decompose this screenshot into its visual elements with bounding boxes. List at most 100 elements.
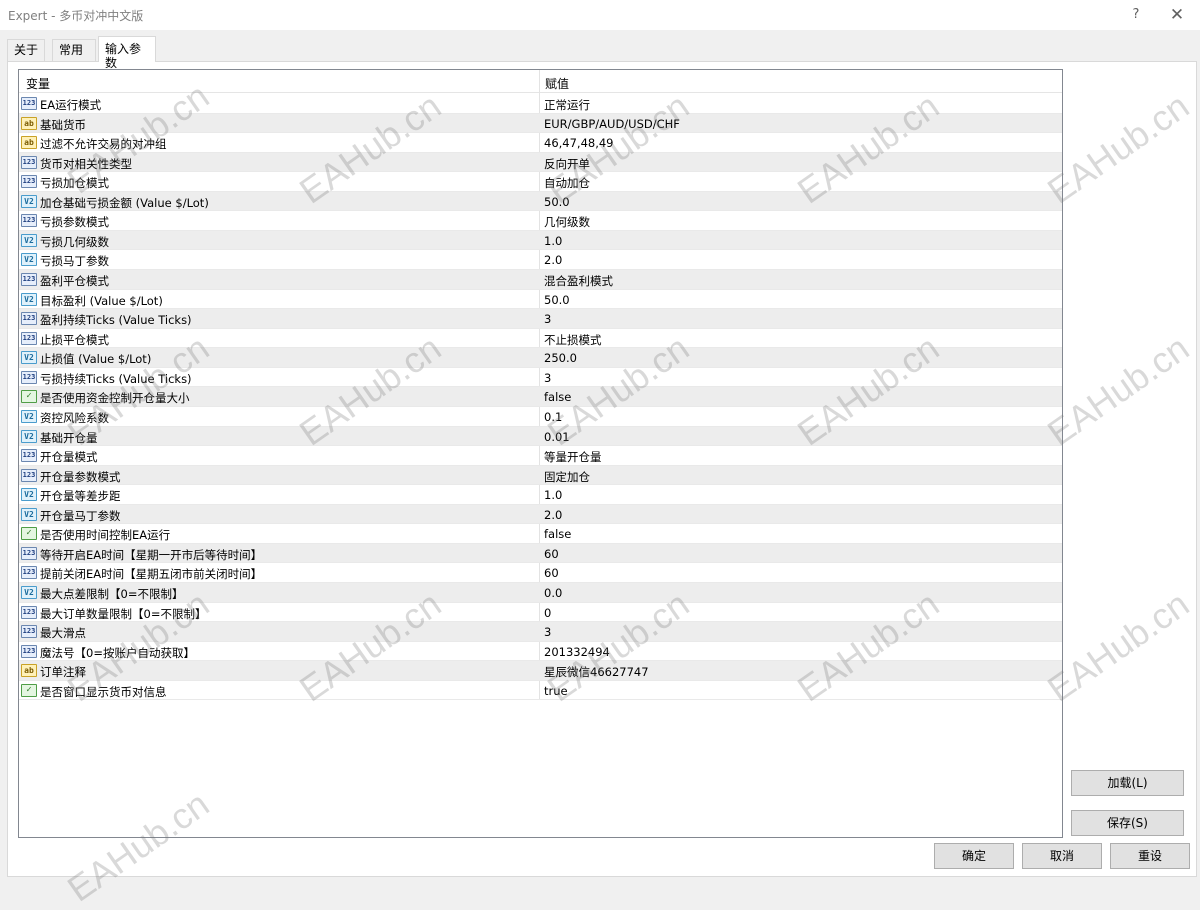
double-type-icon: V2 [21, 409, 37, 423]
parameter-value[interactable]: false [544, 390, 571, 404]
parameter-value[interactable]: 3 [544, 371, 551, 385]
window-title: Expert - 多币对冲中文版 [8, 9, 144, 23]
parameter-name: 最大点差限制【0=不限制】 [40, 587, 184, 601]
table-row[interactable]: ✓ 是否窗口显示货币对信息 true [19, 681, 1062, 701]
double-type-icon: V2 [21, 194, 37, 208]
parameter-value[interactable]: true [544, 684, 568, 698]
string-type-icon: ab [21, 664, 37, 678]
integer-type-icon: 123 [21, 331, 37, 345]
parameter-table[interactable]: 变量 赋值 123 EA运行模式 正常运行 ab 基础货币 EUR/GBP/AUD/USD… [18, 69, 1063, 838]
table-row[interactable]: 123 魔法号【0=按账户自动获取】 201332494 [19, 642, 1062, 662]
parameter-value[interactable]: 自动加仓 [544, 175, 590, 191]
table-row[interactable]: ✓ 是否使用资金控制开仓量大小 false [19, 387, 1062, 407]
parameter-name: 开仓量马丁参数 [40, 508, 121, 523]
integer-type-icon: 123 [21, 605, 37, 619]
parameter-value[interactable]: 等量开仓量 [544, 449, 602, 465]
cancel-button[interactable]: 取消 [1022, 843, 1102, 869]
parameter-value[interactable]: 250.0 [544, 351, 577, 365]
save-button[interactable]: 保存(S) [1071, 810, 1184, 836]
tab-common[interactable]: 常用 [52, 39, 96, 61]
table-row[interactable]: 123 最大订单数量限制【0=不限制】 0 [19, 603, 1062, 623]
table-row[interactable]: 123 最大滑点 3 [19, 622, 1062, 642]
column-header-value[interactable]: 赋值 [545, 75, 569, 92]
parameter-name: 最大滑点 [40, 626, 86, 641]
reset-button[interactable]: 重设 [1110, 843, 1190, 869]
table-row[interactable]: ab 基础货币 EUR/GBP/AUD/USD/CHF [19, 113, 1062, 134]
bool-type-icon: ✓ [21, 390, 37, 404]
parameter-name: 基础货币 [40, 117, 86, 132]
table-row[interactable]: 123 亏损参数模式 几何级数 [19, 211, 1062, 231]
close-icon[interactable]: ✕ [1166, 4, 1188, 26]
table-row[interactable]: V2 加仓基础亏损金额 (Value $/Lot) 50.0 [19, 191, 1062, 212]
integer-type-icon: 123 [21, 468, 37, 482]
parameter-name: 止损平仓模式 [40, 332, 109, 347]
double-type-icon: V2 [21, 253, 37, 267]
table-row[interactable]: 123 提前关闭EA时间【星期五闭市前关闭时间】 60 [19, 563, 1062, 583]
parameter-value[interactable]: 星辰微信46627747 [544, 664, 649, 680]
parameter-value[interactable]: 3 [544, 312, 551, 326]
table-row[interactable]: 123 盈利平仓模式 混合盈利模式 [19, 270, 1062, 290]
parameter-name: 魔法号【0=按账户自动获取】 [40, 645, 195, 660]
tab-about[interactable]: 关于 [7, 39, 45, 61]
table-row[interactable]: V2 亏损马丁参数 2.0 [19, 250, 1062, 271]
table-row[interactable]: V2 最大点差限制【0=不限制】 0.0 [19, 583, 1062, 603]
parameter-name: 是否使用资金控制开仓量大小 [40, 391, 190, 406]
parameter-value[interactable]: 50.0 [544, 195, 570, 209]
table-row[interactable]: 123 开仓量参数模式 固定加仓 [19, 465, 1062, 486]
table-row[interactable]: V2 基础开仓量 0.01 [19, 426, 1062, 447]
table-row[interactable]: V2 开仓量马丁参数 2.0 [19, 504, 1062, 525]
bool-type-icon: ✓ [21, 683, 37, 697]
double-type-icon: V2 [21, 488, 37, 502]
load-button[interactable]: 加载(L) [1071, 770, 1184, 796]
parameter-value[interactable]: 3 [544, 625, 551, 639]
table-row[interactable]: ab 过滤不允许交易的对冲组 46,47,48,49 [19, 133, 1062, 153]
parameter-value[interactable]: 正常运行 [544, 97, 590, 113]
parameter-value[interactable]: EUR/GBP/AUD/USD/CHF [544, 117, 680, 131]
parameter-value[interactable]: 0.1 [544, 410, 562, 424]
parameter-value[interactable]: 0 [544, 606, 551, 620]
parameter-value[interactable]: 50.0 [544, 293, 570, 307]
parameter-value[interactable]: 混合盈利模式 [544, 273, 613, 289]
table-row[interactable]: V2 资控风险系数 0.1 [19, 407, 1062, 427]
parameter-value[interactable]: 60 [544, 547, 559, 561]
table-row[interactable]: 123 止损平仓模式 不止损模式 [19, 329, 1062, 349]
parameter-value[interactable]: 46,47,48,49 [544, 136, 614, 150]
parameter-value[interactable]: 不止损模式 [544, 332, 602, 348]
table-row[interactable]: 123 亏损加仓模式 自动加仓 [19, 172, 1062, 192]
parameter-name: 是否窗口显示货币对信息 [40, 684, 167, 699]
help-icon[interactable]: ? [1125, 4, 1147, 26]
parameter-value[interactable]: 固定加仓 [544, 469, 590, 485]
table-row[interactable]: ✓ 是否使用时间控制EA运行 false [19, 524, 1062, 544]
parameter-value[interactable]: false [544, 527, 571, 541]
parameter-value[interactable]: 0.01 [544, 430, 570, 444]
parameter-value[interactable]: 1.0 [544, 488, 562, 502]
parameter-value[interactable]: 0.0 [544, 586, 562, 600]
table-row[interactable]: V2 目标盈利 (Value $/Lot) 50.0 [19, 290, 1062, 310]
parameter-value[interactable]: 201332494 [544, 645, 610, 659]
parameter-value[interactable]: 几何级数 [544, 214, 590, 230]
integer-type-icon: 123 [21, 97, 37, 110]
table-row[interactable]: 123 亏损持续Ticks (Value Ticks) 3 [19, 368, 1062, 388]
parameter-name: 基础开仓量 [40, 430, 98, 445]
table-row[interactable]: 123 等待开启EA时间【星期一开市后等待时间】 60 [19, 543, 1062, 564]
table-row[interactable]: V2 亏损几何级数 1.0 [19, 230, 1062, 251]
parameter-name: 货币对相关性类型 [40, 156, 132, 171]
integer-type-icon: 123 [21, 546, 37, 560]
parameter-value[interactable]: 2.0 [544, 508, 562, 522]
table-row[interactable]: 123 开仓量模式 等量开仓量 [19, 446, 1062, 466]
table-row[interactable]: ab 订单注释 星辰微信46627747 [19, 661, 1062, 681]
table-row[interactable]: 123 货币对相关性类型 反向开单 [19, 152, 1062, 173]
table-row[interactable]: V2 开仓量等差步距 1.0 [19, 485, 1062, 505]
table-row[interactable]: 123 盈利持续Ticks (Value Ticks) 3 [19, 309, 1062, 329]
table-row[interactable]: V2 止损值 (Value $/Lot) 250.0 [19, 348, 1062, 368]
ok-button[interactable]: 确定 [934, 843, 1014, 869]
tab-input-parameters[interactable]: 输入参数 [98, 36, 156, 70]
parameter-value[interactable]: 2.0 [544, 253, 562, 267]
parameter-value[interactable]: 60 [544, 566, 559, 580]
parameter-name: 亏损几何级数 [40, 234, 109, 249]
parameter-name: EA运行模式 [40, 98, 102, 112]
table-row[interactable]: 123 EA运行模式 正常运行 [19, 94, 1062, 114]
parameter-value[interactable]: 1.0 [544, 234, 562, 248]
column-header-variable[interactable]: 变量 [26, 75, 50, 92]
parameter-value[interactable]: 反向开单 [544, 156, 590, 172]
